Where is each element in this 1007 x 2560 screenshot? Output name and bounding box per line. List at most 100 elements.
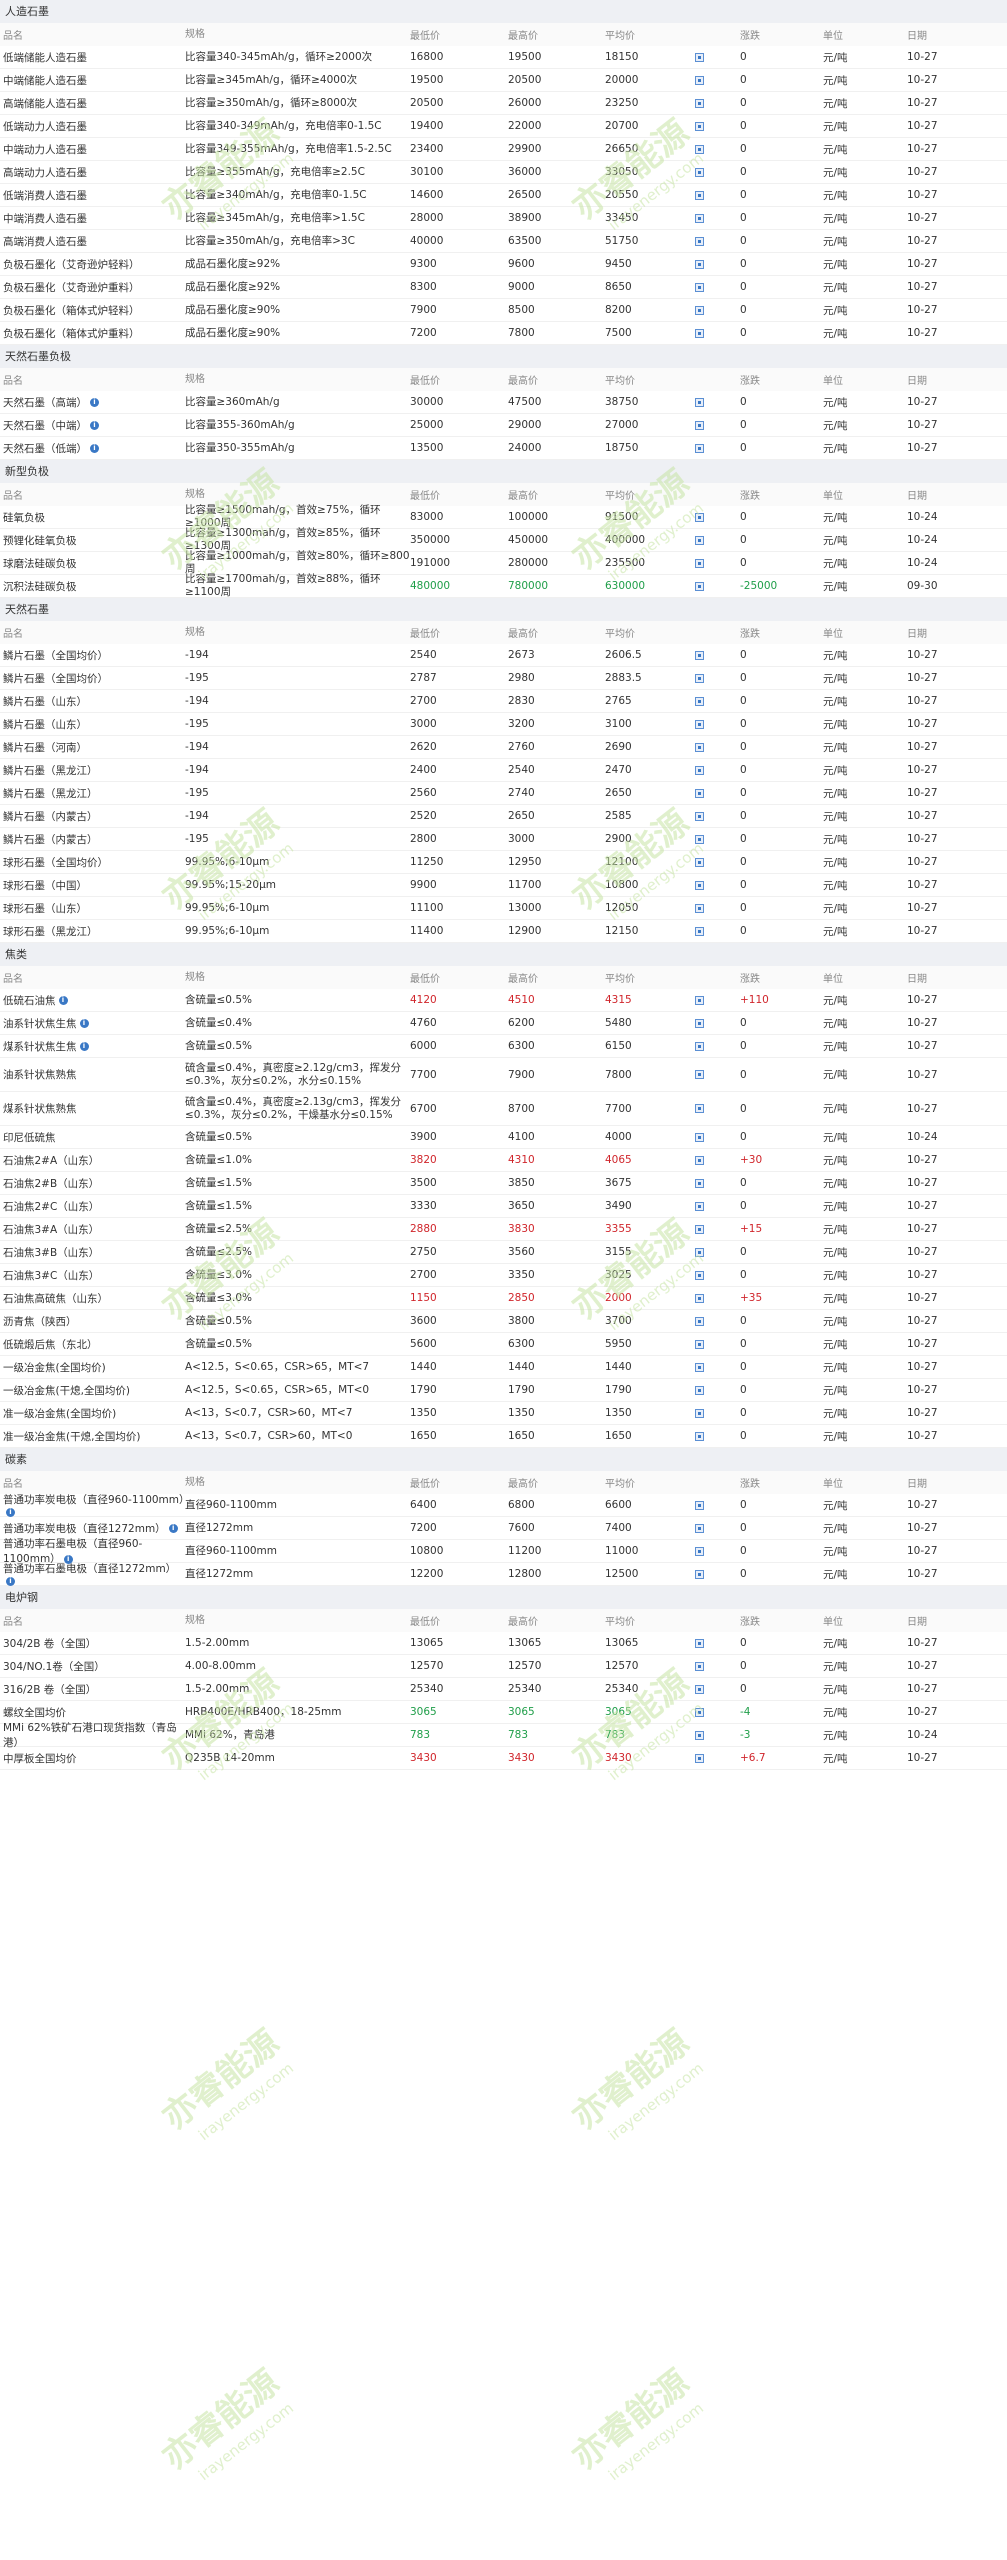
info-icon[interactable]: i <box>79 1019 89 1028</box>
avg-price: 2765 <box>605 695 632 707</box>
trend-chart-icon[interactable] <box>695 1041 704 1051</box>
avg-price: 1790 <box>605 1384 632 1396</box>
unit: 元/吨 <box>823 304 848 317</box>
trend-chart-icon[interactable] <box>695 1753 704 1763</box>
info-icon[interactable]: i <box>6 1508 15 1517</box>
trend-chart-icon[interactable] <box>695 719 704 729</box>
trend-chart-icon[interactable] <box>695 305 704 315</box>
trend-chart-icon[interactable] <box>695 1569 704 1579</box>
trend-chart-icon[interactable] <box>695 52 704 62</box>
trend-chart-icon[interactable] <box>695 1316 704 1326</box>
price-change: 0 <box>740 925 747 937</box>
trend-chart-icon[interactable] <box>695 926 704 936</box>
trend-chart-icon[interactable] <box>695 420 704 430</box>
trend-chart-icon[interactable] <box>695 98 704 108</box>
watermark: 亦睿能源 irayenergy.com <box>520 2320 850 2485</box>
section-title: 新型负极 <box>0 460 1007 483</box>
trend-chart-icon[interactable] <box>695 1224 704 1234</box>
trend-chart-icon[interactable] <box>695 834 704 844</box>
trend-chart-icon[interactable] <box>695 1070 704 1079</box>
product-name: 316/2B 卷（全国） <box>3 1683 97 1696</box>
trend-chart-icon[interactable] <box>695 1661 704 1671</box>
trend-chart-icon[interactable] <box>695 903 704 913</box>
trend-chart-icon[interactable] <box>695 1293 704 1303</box>
trend-chart-icon[interactable] <box>695 236 704 246</box>
unit: 元/吨 <box>823 580 848 593</box>
trend-chart-icon[interactable] <box>695 995 704 1005</box>
info-icon[interactable]: i <box>79 1042 89 1051</box>
table-row: 普通功率炭电极（直径960-1100mm） i 直径960-1100mm 6400 68… <box>0 1494 1007 1517</box>
trend-chart-icon[interactable] <box>695 282 704 292</box>
trend-chart-icon[interactable] <box>695 1339 704 1349</box>
chart-cell <box>695 1729 740 1741</box>
info-icon[interactable]: i <box>90 421 99 430</box>
trend-chart-icon[interactable] <box>695 1684 704 1694</box>
trend-chart-icon[interactable] <box>695 1201 704 1211</box>
trend-chart-icon[interactable] <box>695 1018 704 1028</box>
unit: 元/吨 <box>823 902 848 915</box>
trend-chart-icon[interactable] <box>695 1408 704 1418</box>
trend-chart-icon[interactable] <box>695 75 704 85</box>
spec-cell: 4.00-8.00mm <box>185 1659 257 1672</box>
trend-chart-icon[interactable] <box>695 1247 704 1257</box>
product-name-cell: 负极石墨化（艾奇逊炉轻料） <box>0 257 185 272</box>
trend-chart-icon[interactable] <box>695 328 704 338</box>
avg-price: 3675 <box>605 1177 632 1189</box>
trend-chart-icon[interactable] <box>695 121 704 131</box>
trend-chart-icon[interactable] <box>695 581 704 591</box>
trend-chart-icon[interactable] <box>695 1523 704 1533</box>
max-price: 20500 <box>508 74 542 86</box>
info-icon[interactable]: i <box>90 398 99 407</box>
trend-chart-icon[interactable] <box>695 1707 704 1717</box>
product-name: 石油焦3#B（山东） <box>3 1246 100 1259</box>
trend-chart-icon[interactable] <box>695 650 704 660</box>
trend-chart-icon[interactable] <box>695 765 704 775</box>
header-spec: 规格 <box>185 1615 205 1626</box>
watermark-text: 亦睿能源 <box>154 2022 287 2138</box>
trend-chart-icon[interactable] <box>695 1500 704 1510</box>
header-chg: 涨跌 <box>740 974 760 985</box>
price-change: 0 <box>740 1683 747 1695</box>
trend-chart-icon[interactable] <box>695 190 704 200</box>
info-icon[interactable]: i <box>90 444 99 453</box>
trend-chart-icon[interactable] <box>695 1362 704 1372</box>
chart-cell <box>695 557 740 569</box>
product-name-cell: 高端储能人造石墨 <box>0 96 185 111</box>
info-icon[interactable]: i <box>168 1524 178 1533</box>
trend-chart-icon[interactable] <box>695 788 704 798</box>
trend-chart-icon[interactable] <box>695 397 704 407</box>
trend-chart-icon[interactable] <box>695 811 704 821</box>
trend-chart-icon[interactable] <box>695 673 704 683</box>
trend-chart-icon[interactable] <box>695 742 704 752</box>
trend-chart-icon[interactable] <box>695 1132 704 1142</box>
info-icon[interactable]: i <box>58 996 68 1005</box>
trend-chart-icon[interactable] <box>695 1546 704 1556</box>
trend-chart-icon[interactable] <box>695 1178 704 1188</box>
max-price: 280000 <box>508 557 549 569</box>
trend-chart-icon[interactable] <box>695 1431 704 1441</box>
trend-chart-icon[interactable] <box>695 512 704 522</box>
trend-chart-icon[interactable] <box>695 535 704 545</box>
min-price: 3330 <box>410 1200 437 1212</box>
unit: 元/吨 <box>823 189 848 202</box>
trend-chart-icon[interactable] <box>695 1270 704 1280</box>
chart-cell <box>695 1131 740 1143</box>
trend-chart-icon[interactable] <box>695 696 704 706</box>
spec-cell: 含硫量≤1.5% <box>185 1199 252 1212</box>
trend-chart-icon[interactable] <box>695 1638 704 1648</box>
trend-chart-icon[interactable] <box>695 1385 704 1395</box>
trend-chart-icon[interactable] <box>695 857 704 867</box>
trend-chart-icon[interactable] <box>695 1155 704 1165</box>
trend-chart-icon[interactable] <box>695 259 704 269</box>
product-name: 低硫石油焦 <box>3 994 56 1007</box>
trend-chart-icon[interactable] <box>695 880 704 890</box>
info-icon[interactable]: i <box>6 1577 15 1586</box>
trend-chart-icon[interactable] <box>695 1104 704 1113</box>
header-name: 品名 <box>3 491 23 502</box>
trend-chart-icon[interactable] <box>695 558 704 568</box>
trend-chart-icon[interactable] <box>695 1730 704 1740</box>
trend-chart-icon[interactable] <box>695 213 704 223</box>
trend-chart-icon[interactable] <box>695 443 704 453</box>
trend-chart-icon[interactable] <box>695 144 704 154</box>
trend-chart-icon[interactable] <box>695 167 704 177</box>
